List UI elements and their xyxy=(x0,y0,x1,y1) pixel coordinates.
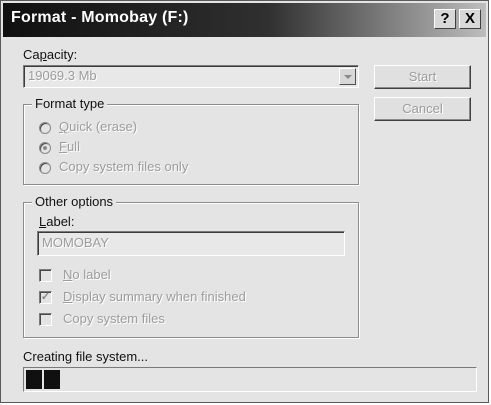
checkbox-copy-system-files[interactable] xyxy=(39,313,52,326)
progress-block xyxy=(44,370,60,389)
help-button[interactable]: ? xyxy=(434,9,456,29)
format-dialog: Format - Momobay (F:) ? X Capacity: 1906… xyxy=(0,0,489,403)
start-button[interactable]: Start xyxy=(374,65,471,89)
checkbox-no-label[interactable] xyxy=(39,269,52,282)
status-text: Creating file system... xyxy=(23,349,148,364)
cancel-button[interactable]: Cancel xyxy=(374,97,471,121)
radio-quick-erase[interactable] xyxy=(39,122,51,134)
checkbox-copy-system-files-text: Copy system files xyxy=(63,311,165,326)
other-options-legend: Other options xyxy=(32,194,117,209)
radio-copy-system-files-only-label: Copy system files only xyxy=(59,159,189,174)
radio-copy-system-files-only[interactable] xyxy=(39,162,51,174)
window-title: Format - Momobay (F:) xyxy=(11,9,189,26)
checkbox-no-label-text: No label xyxy=(63,267,111,282)
capacity-label: Capacity: xyxy=(23,47,78,62)
radio-quick-erase-label: Quick (erase) xyxy=(59,119,138,134)
chevron-down-icon[interactable] xyxy=(339,68,356,85)
progress-block xyxy=(26,370,42,389)
capacity-dropdown[interactable]: 19069.3 Mb xyxy=(23,65,359,88)
progress-fill xyxy=(26,370,60,389)
checkbox-display-summary-text: Display summary when finished xyxy=(63,289,246,304)
radio-full[interactable] xyxy=(39,142,51,154)
close-button[interactable]: X xyxy=(459,9,481,29)
capacity-value: 19069.3 Mb xyxy=(28,68,97,83)
volume-label-input[interactable]: MOMOBAY xyxy=(37,231,345,256)
progress-bar xyxy=(23,367,477,392)
checkbox-display-summary[interactable]: ✓ xyxy=(39,291,52,304)
format-type-legend: Format type xyxy=(32,96,108,111)
label-field-label: Label: xyxy=(39,214,75,229)
title-bar[interactable]: Format - Momobay (F:) ? X xyxy=(3,3,486,37)
volume-label-value: MOMOBAY xyxy=(42,235,109,250)
radio-full-label: Full xyxy=(59,139,80,154)
